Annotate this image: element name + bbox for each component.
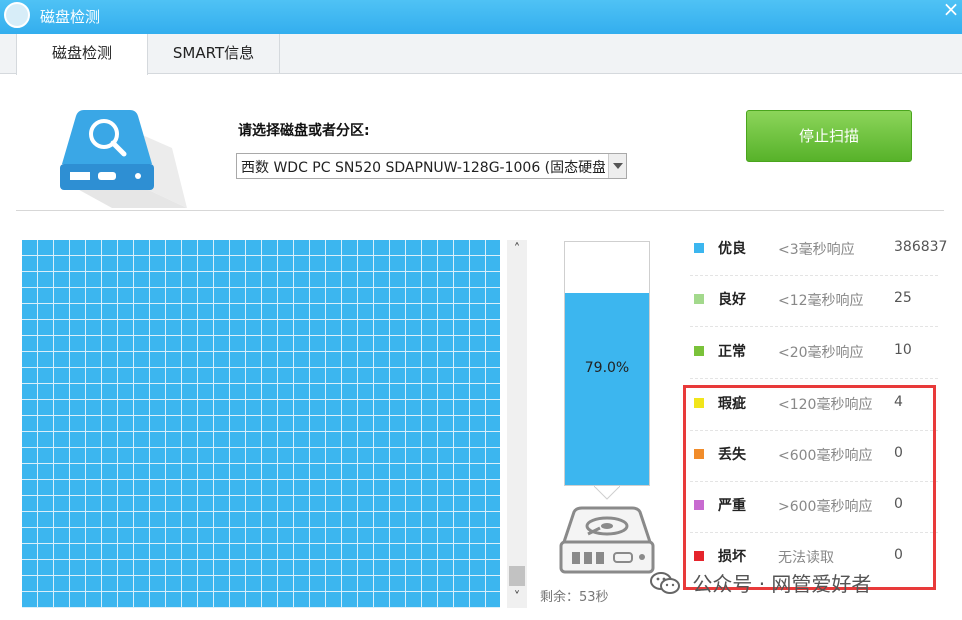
legend-name: 良好 — [718, 292, 746, 308]
watermark: 公众号 · 网管爱好者 — [650, 568, 871, 598]
block-scan-grid — [22, 240, 500, 608]
legend-count: 25 — [894, 290, 912, 306]
legend-swatch — [694, 243, 704, 253]
progress-fill — [565, 293, 649, 485]
chevron-down-icon[interactable] — [608, 154, 626, 178]
disk-search-icon — [52, 108, 192, 208]
grid-scrollbar[interactable]: ˄ ˅ — [507, 240, 527, 608]
scroll-down-icon[interactable]: ˅ — [507, 588, 527, 608]
legend-row-excellent: 优良 <3毫秒响应 386837 — [690, 226, 947, 276]
remaining-time: 剩余：53秒 — [540, 590, 609, 605]
scroll-thumb[interactable] — [509, 566, 525, 586]
watermark-text: 公众号 · 网管爱好者 — [692, 572, 872, 596]
window-title: 磁盘检测 — [40, 8, 101, 26]
progress-percent: 79.0% — [584, 360, 630, 376]
legend-desc: <3毫秒响应 — [778, 242, 855, 258]
legend-name: 正常 — [718, 344, 746, 360]
wechat-icon — [650, 571, 680, 595]
legend-desc: <12毫秒响应 — [778, 293, 864, 309]
legend-row-good: 良好 <12毫秒响应 25 — [690, 277, 938, 327]
disk-select-value: 西数 WDC PC SN520 SDAPNUW-128G-1006 (固态硬盘) — [241, 160, 605, 176]
disk-select-label: 请选择磁盘或者分区: — [238, 123, 370, 139]
scroll-up-icon[interactable]: ˄ — [507, 240, 527, 260]
close-icon[interactable]: × — [942, 0, 960, 19]
stop-scan-button[interactable]: 停止扫描 — [746, 110, 912, 162]
tab-bar: 磁盘检测 SMART信息 — [0, 34, 962, 75]
annotation-highlight-box — [683, 385, 936, 590]
disk-check-window: 磁盘检测 × 磁盘检测 SMART信息 请选择磁盘或者分区: 西数 WDC PC… — [0, 0, 962, 620]
legend-row-normal: 正常 <20毫秒响应 10 — [690, 329, 938, 379]
progress-pointer-icon — [592, 485, 622, 500]
disk-select-dropdown[interactable]: 西数 WDC PC SN520 SDAPNUW-128G-1006 (固态硬盘) — [236, 153, 627, 179]
legend-swatch — [694, 346, 704, 356]
legend-desc: <20毫秒响应 — [778, 345, 864, 361]
tab-smart-info[interactable]: SMART信息 — [148, 34, 280, 74]
tab-disk-check[interactable]: 磁盘检测 — [16, 34, 148, 75]
app-logo-icon — [4, 2, 30, 28]
progress-bar: 79.0% — [564, 241, 650, 486]
legend-count: 386837 — [894, 239, 948, 255]
title-bar: 磁盘检测 × — [0, 0, 962, 34]
header-divider — [16, 210, 944, 211]
legend-count: 10 — [894, 342, 912, 358]
hard-drive-icon — [556, 506, 658, 578]
legend-name: 优良 — [718, 241, 746, 257]
legend-swatch — [694, 294, 704, 304]
